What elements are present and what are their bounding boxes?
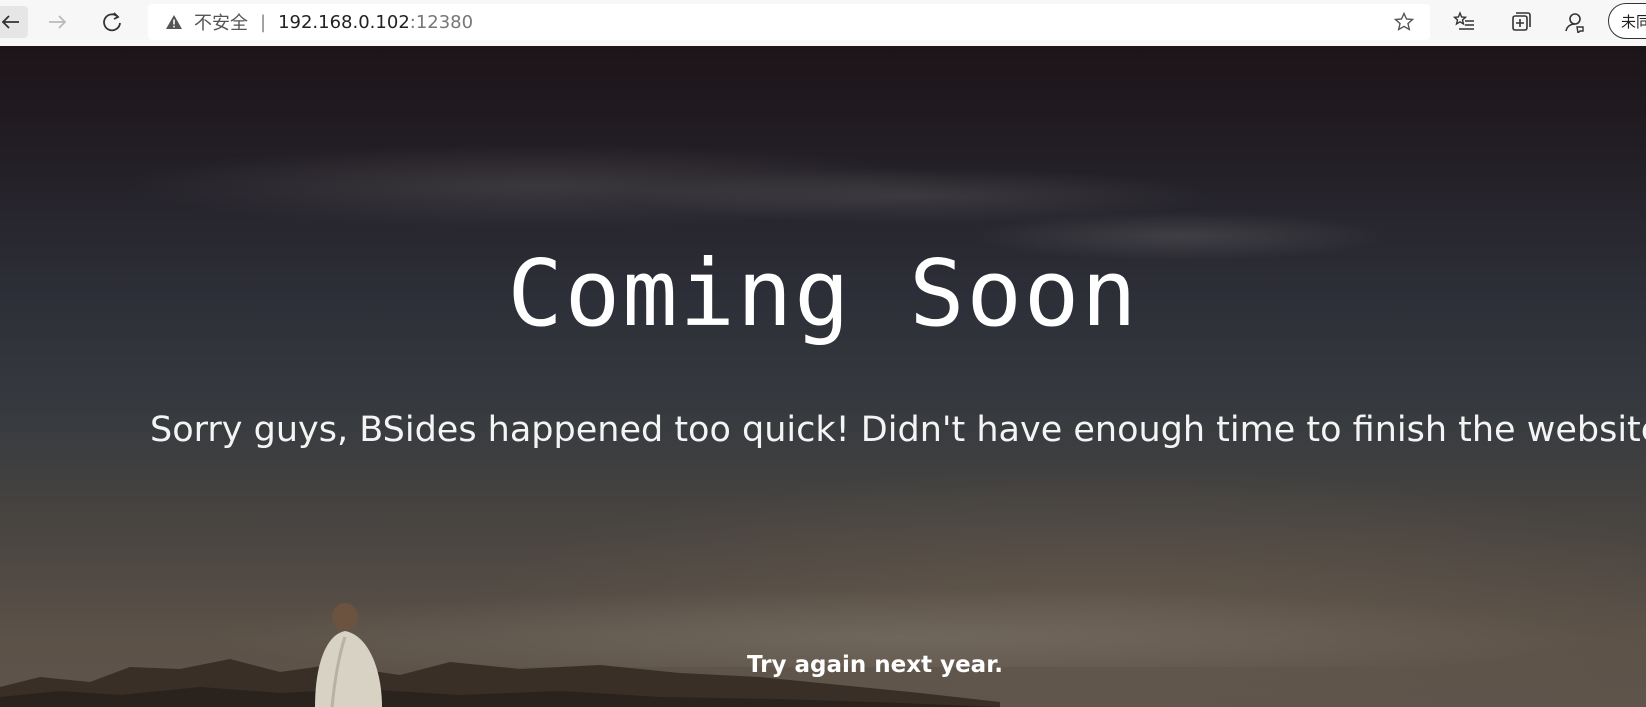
- url-host: 192.168.0.102: [278, 11, 410, 33]
- page-viewport: Coming Soon Sorry guys, BSides happened …: [0, 46, 1646, 707]
- profile-sync-button[interactable]: 未同步: [1608, 3, 1646, 39]
- favorites-button[interactable]: [1450, 8, 1478, 36]
- back-button[interactable]: [0, 6, 28, 38]
- forward-button[interactable]: [40, 6, 76, 38]
- refresh-icon: [103, 12, 121, 32]
- address-separator: |: [260, 11, 267, 33]
- collections-icon: [1512, 12, 1531, 31]
- forward-arrow-icon: [49, 15, 67, 29]
- favorites-icon: [1453, 11, 1474, 30]
- security-label[interactable]: 不安全: [194, 9, 248, 35]
- collections-button[interactable]: [1506, 8, 1534, 36]
- page-message: Sorry guys, BSides happened too quick! D…: [150, 410, 1646, 450]
- address-bar[interactable]: 不安全 | 192.168.0.102:12380: [148, 4, 1430, 40]
- star-icon: [1394, 12, 1414, 31]
- browser-toolbar: 不安全 | 192.168.0.102:12380 未同步: [0, 0, 1646, 44]
- warning-icon: [164, 12, 184, 32]
- url-port: :12380: [409, 11, 474, 33]
- page-heading: Coming Soon: [507, 240, 1139, 347]
- feedback-icon: [1565, 13, 1584, 33]
- refresh-button[interactable]: [94, 6, 130, 38]
- page-footnote: Try again next year.: [747, 652, 1003, 678]
- favorite-button[interactable]: [1392, 10, 1416, 34]
- back-arrow-icon: [1, 15, 19, 29]
- feedback-button[interactable]: [1560, 8, 1588, 36]
